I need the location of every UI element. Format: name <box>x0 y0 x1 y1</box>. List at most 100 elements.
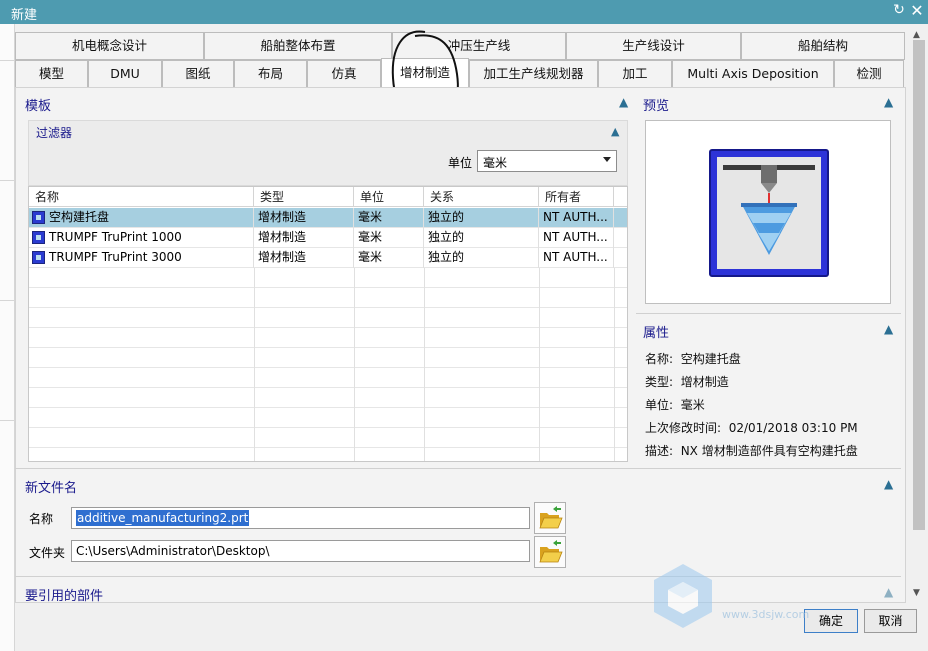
tab-drawing[interactable]: 图纸 <box>162 60 234 88</box>
unit-dropdown[interactable]: 毫米 <box>477 150 617 172</box>
tab-ship-layout[interactable]: 船舶整体布置 <box>204 32 392 60</box>
tab-line-design[interactable]: 生产线设计 <box>566 32 741 60</box>
tab-simulation[interactable]: 仿真 <box>307 60 381 88</box>
property-value: 增材制造 <box>680 375 729 389</box>
property-label: 单位: <box>645 398 674 412</box>
tab-model[interactable]: 模型 <box>15 60 88 88</box>
browse-folder-button[interactable] <box>534 536 566 568</box>
tab-line-planner[interactable]: 加工生产线规划器 <box>469 60 598 88</box>
column-header-name[interactable]: 名称 <box>29 187 254 207</box>
collapse-chevron-icon[interactable]: ▲ <box>884 95 893 109</box>
window-title: 新建 <box>11 8 38 23</box>
printer-nozzle-icon <box>723 165 815 255</box>
empty-row <box>29 448 627 461</box>
tab-inspection[interactable]: 检测 <box>834 60 904 88</box>
divider <box>15 576 901 577</box>
ok-button[interactable]: 确定 <box>804 609 858 633</box>
cell-type: 增材制造 <box>254 248 354 268</box>
empty-row <box>29 348 627 368</box>
cell-name: 空构建托盘 <box>45 208 254 228</box>
property-description: 描述: NX 增材制造部件具有空构建托盘 <box>645 442 858 459</box>
cell-type: 增材制造 <box>254 228 354 248</box>
cell-owner: NT AUTH... <box>539 208 614 228</box>
collapse-chevron-icon[interactable]: ▲ <box>611 125 619 138</box>
tab-multi-axis-deposition[interactable]: Multi Axis Deposition <box>672 60 834 88</box>
empty-row <box>29 408 627 428</box>
property-label: 名称: <box>645 352 674 366</box>
grid-line <box>254 268 255 461</box>
watermark-cube-logo <box>654 564 712 628</box>
cell-relation: 独立的 <box>424 208 539 228</box>
divider <box>0 180 14 181</box>
template-icon <box>32 211 45 224</box>
background-window-strip <box>0 24 15 651</box>
grid-line <box>424 268 425 461</box>
empty-row <box>29 388 627 408</box>
preview-section-title: 预览 <box>643 99 670 114</box>
cell-name: TRUMPF TruPrint 3000 <box>45 248 254 268</box>
empty-row <box>29 288 627 308</box>
title-bar <box>0 0 928 24</box>
table-row[interactable]: TRUMPF TruPrint 3000 增材制造 毫米 独立的 NT AUTH… <box>29 248 627 268</box>
cell-unit: 毫米 <box>354 228 424 248</box>
file-name-input[interactable]: additive_manufacturing2.prt <box>71 507 530 529</box>
browse-name-button[interactable] <box>534 502 566 534</box>
collapse-chevron-icon[interactable]: ▲ <box>884 477 893 491</box>
scrollbar-thumb[interactable] <box>913 40 925 530</box>
cell-unit: 毫米 <box>354 208 424 228</box>
property-value: NX 增材制造部件具有空构建托盘 <box>680 444 858 458</box>
property-value: 毫米 <box>680 398 705 412</box>
tab-manufacturing[interactable]: 加工 <box>598 60 672 88</box>
property-unit: 单位: 毫米 <box>645 396 705 413</box>
grid-line <box>614 268 615 461</box>
file-name-value: additive_manufacturing2.prt <box>76 510 250 526</box>
column-header-unit[interactable]: 单位 <box>354 187 424 207</box>
tab-dmu[interactable]: DMU <box>88 60 162 88</box>
tab-mechatronics[interactable]: 机电概念设计 <box>15 32 204 60</box>
folder-path-input[interactable]: C:\Users\Administrator\Desktop\ <box>71 540 530 562</box>
template-table: 名称 类型 单位 关系 所有者 空构建托盘 增材制造 毫米 独立的 NT AUT… <box>28 186 628 462</box>
column-header-type[interactable]: 类型 <box>254 187 354 207</box>
scroll-down-icon[interactable]: ▼ <box>913 588 920 598</box>
grid-line <box>354 268 355 461</box>
folder-open-icon <box>539 506 563 529</box>
property-label: 描述: <box>645 444 674 458</box>
table-row[interactable]: 空构建托盘 增材制造 毫米 独立的 NT AUTH... <box>29 208 627 228</box>
divider <box>15 468 901 469</box>
empty-row <box>29 328 627 348</box>
tab-ship-structure[interactable]: 船舶结构 <box>741 32 905 60</box>
template-icon <box>32 231 45 244</box>
templates-section-title: 模板 <box>25 99 52 114</box>
divider <box>0 300 14 301</box>
tab-layout[interactable]: 布局 <box>234 60 307 88</box>
empty-row <box>29 368 627 388</box>
collapse-chevron-icon[interactable]: ▲ <box>619 95 628 109</box>
close-icon[interactable]: ✕ <box>908 1 926 21</box>
cell-owner: NT AUTH... <box>539 248 614 268</box>
column-header-filler <box>614 187 627 207</box>
column-header-owner[interactable]: 所有者 <box>539 187 614 207</box>
property-value: 空构建托盘 <box>680 352 741 366</box>
divider <box>636 313 901 314</box>
cell-relation: 独立的 <box>424 228 539 248</box>
chevron-down-icon <box>603 157 611 162</box>
template-icon <box>32 251 45 264</box>
unit-label: 单位 <box>448 156 473 170</box>
column-header-relation[interactable]: 关系 <box>424 187 539 207</box>
cell-unit: 毫米 <box>354 248 424 268</box>
reset-icon[interactable]: ↻ <box>890 2 908 22</box>
empty-row <box>29 428 627 448</box>
cancel-button[interactable]: 取消 <box>864 609 917 633</box>
scroll-up-icon[interactable]: ▲ <box>913 30 920 40</box>
folder-open-icon <box>539 540 563 563</box>
watermark-text: www.3dsjw.com <box>722 608 810 621</box>
new-file-section-title: 新文件名 <box>25 481 78 496</box>
referenced-parts-section-title: 要引用的部件 <box>25 589 104 604</box>
folder-label: 文件夹 <box>29 546 66 560</box>
property-modified: 上次修改时间: 02/01/2018 03:10 PM <box>645 419 858 436</box>
collapse-chevron-icon[interactable]: ▲ <box>884 322 893 336</box>
properties-section-title: 属性 <box>643 326 670 341</box>
collapse-chevron-icon[interactable]: ▲ <box>884 585 893 599</box>
table-row[interactable]: TRUMPF TruPrint 1000 增材制造 毫米 独立的 NT AUTH… <box>29 228 627 248</box>
divider <box>0 60 14 61</box>
